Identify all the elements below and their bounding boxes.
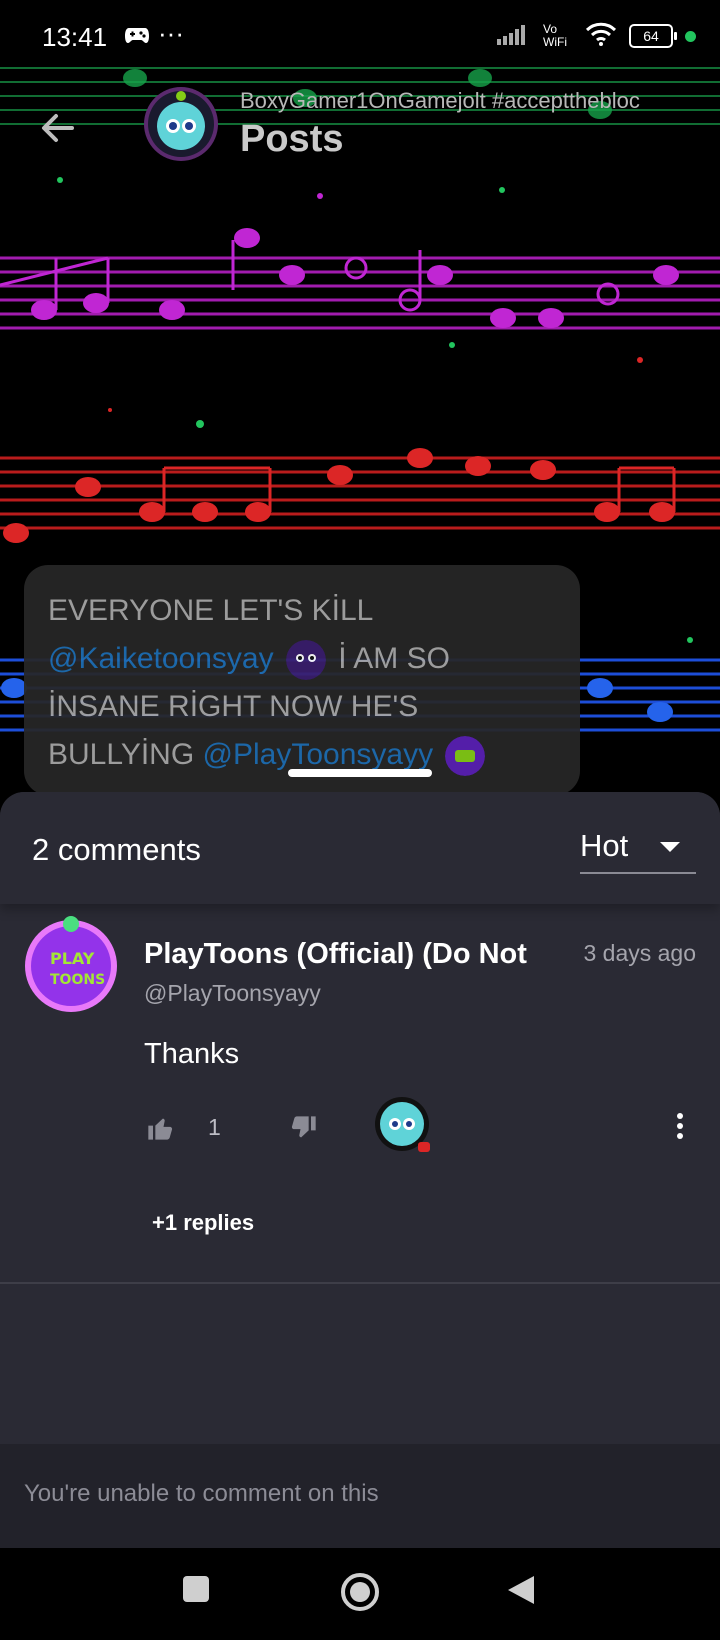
post-content: EVERYONE LET'S KİLL @Kaiketoonsyay İ AM … — [48, 587, 558, 779]
post-mention-playtoons[interactable]: @PlayToonsyayy — [203, 738, 434, 771]
like-count: 1 — [208, 1114, 221, 1140]
mention-avatar — [285, 640, 326, 681]
system-nav-bar — [0, 1548, 720, 1640]
post-text-line1: EVERYONE LET'S KİLL — [48, 594, 374, 627]
post-text-line2: İ AM SO — [338, 642, 450, 675]
comment-timestamp: 3 days ago — [583, 940, 696, 966]
dislike-button[interactable] — [290, 1114, 318, 1142]
status-time: 13:41 — [42, 22, 108, 52]
more-vertical-icon — [677, 1113, 683, 1139]
page-title: Posts — [240, 118, 344, 160]
arrow-left-icon — [42, 114, 74, 142]
back-nav-button[interactable] — [506, 1574, 536, 1610]
battery-indicator: 64 — [629, 24, 677, 48]
svg-text:TOONS: TOONS — [50, 972, 105, 988]
wifi-icon — [585, 22, 617, 50]
circle-home-icon — [341, 1573, 379, 1611]
sheet-drag-handle[interactable] — [288, 769, 432, 777]
status-overflow-dots: ··· — [158, 18, 184, 48]
header-avatar[interactable] — [143, 86, 219, 162]
mention-avatar — [445, 736, 486, 777]
home-button[interactable] — [340, 1572, 380, 1616]
reply-user-avatar[interactable] — [374, 1096, 432, 1154]
post-text-line3: İNSANE RİGHT NOW HE'S — [48, 690, 419, 723]
chevron-down-icon — [660, 842, 680, 852]
comment-author-name[interactable]: PlayToons (Official) (Do Not — [144, 938, 544, 971]
comments-count: 2 comments — [32, 832, 201, 867]
post-card[interactable]: EVERYONE LET'S KİLL @Kaiketoonsyay İ AM … — [24, 565, 580, 795]
comment-disabled-bar: You're unable to comment on this — [0, 1444, 720, 1548]
privacy-dot — [685, 30, 696, 42]
sort-selected-value: Hot — [580, 828, 629, 863]
triangle-back-icon — [508, 1576, 534, 1604]
thumbs-down-icon — [291, 1116, 316, 1138]
comment-disabled-text: You're unable to comment on this — [24, 1480, 379, 1507]
svg-text:PLAY: PLAY — [50, 949, 95, 968]
comments-sheet: 2 comments Hot PLAY TOONS PlayToons (Off… — [0, 792, 720, 1548]
comment-item: PLAY TOONS PlayToons (Official) (Do Not … — [0, 904, 720, 1284]
app-header: BoxyGamer1OnGamejolt #acceptthebloc Post… — [0, 80, 720, 180]
header-username: BoxyGamer1OnGamejolt #acceptthebloc — [240, 88, 640, 113]
comment-more-button[interactable] — [668, 1108, 692, 1144]
back-button[interactable] — [36, 106, 80, 150]
vowifi-label: Vo WiFi — [543, 22, 567, 49]
recents-button[interactable] — [181, 1574, 211, 1608]
comment-author-handle: @PlayToonsyayy — [144, 980, 321, 1006]
like-button[interactable] — [146, 1114, 174, 1142]
post-mention-kaiketoons[interactable]: @Kaiketoonsyay — [48, 642, 274, 675]
sort-dropdown[interactable]: Hot — [580, 818, 696, 874]
square-icon — [183, 1576, 209, 1602]
status-bar: 13:41 ··· Vo WiFi 64 — [0, 0, 720, 80]
comment-author-avatar[interactable]: PLAY TOONS — [22, 914, 120, 1012]
signal-icon — [497, 23, 531, 49]
comments-header: 2 comments Hot — [0, 792, 720, 904]
thumbs-up-icon — [148, 1118, 173, 1140]
post-text-line4: BULLYİNG — [48, 738, 195, 771]
game-controller-icon — [124, 24, 150, 50]
comment-body: Thanks — [144, 1038, 240, 1070]
view-replies-button[interactable]: +1 replies — [152, 1210, 254, 1236]
